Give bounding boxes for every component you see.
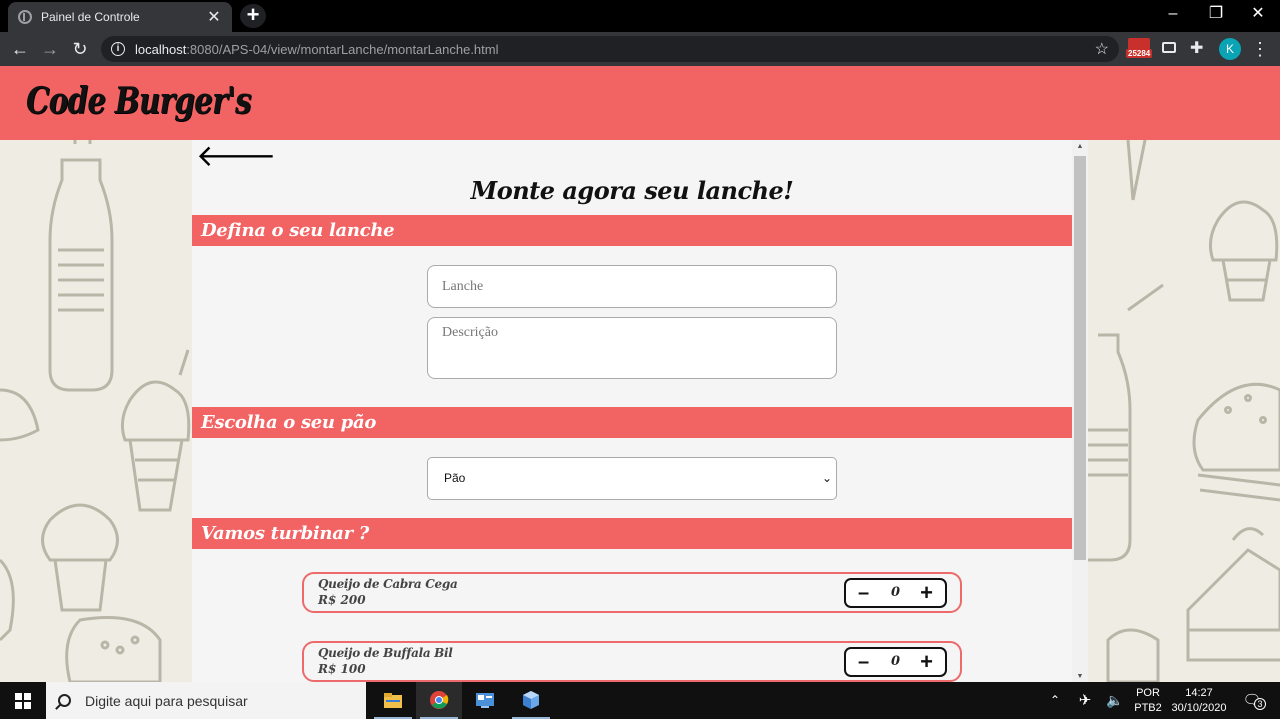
windows-logo-icon <box>15 693 31 709</box>
extra-item-name: Queijo de Cabra Cega <box>318 577 458 591</box>
print-extension-icon[interactable] <box>1162 38 1176 60</box>
notifications-icon[interactable]: 🗨 3 <box>1238 682 1266 719</box>
language-indicator[interactable]: POR PTB2 <box>1132 682 1164 719</box>
lanche-name-input[interactable]: Lanche <box>427 265 837 308</box>
file-explorer-taskbar-icon[interactable] <box>370 682 416 719</box>
extra-item: Queijo de Buffala Bil R$ 100 0 – + <box>302 641 962 682</box>
food-illustration-left <box>0 140 192 682</box>
browser-tab[interactable]: Painel de Controle ✕ <box>8 2 232 32</box>
reload-icon[interactable]: ↻ <box>68 37 92 61</box>
forward-icon[interactable]: → <box>38 37 62 61</box>
web-page: Code Burger's 🡐 Monte agora seu lanche! … <box>0 66 1280 682</box>
show-hidden-icons-chevron-icon[interactable]: ⌃ <box>1046 682 1064 719</box>
search-icon <box>58 694 71 707</box>
taskbar-search-placeholder: Digite aqui para pesquisar <box>85 692 248 709</box>
extra-item-price: R$ 200 <box>318 593 366 607</box>
lanche-description-textarea[interactable]: Descrição <box>427 317 837 379</box>
scrollbar-thumb[interactable] <box>1074 156 1086 560</box>
browser-toolbar: ← → ↻ i localhost:8080/APS-04/view/monta… <box>0 32 1280 66</box>
section-define-header: Defina o seu lanche <box>192 215 1072 246</box>
minus-icon[interactable]: – <box>858 649 869 675</box>
page-title: Monte agora seu lanche! <box>470 176 794 205</box>
section-bread-header: Escolha o seu pão <box>192 407 1072 438</box>
minimize-window-icon[interactable]: – <box>1152 0 1194 30</box>
browser-menu-icon[interactable]: ⋮ <box>1250 37 1270 61</box>
mail-count-badge: 25284 <box>1126 49 1153 58</box>
scroll-down-icon[interactable]: ▼ <box>1072 673 1088 680</box>
tab-close-icon[interactable]: ✕ <box>206 7 222 27</box>
plus-icon[interactable]: + <box>920 649 933 675</box>
back-icon[interactable]: ← <box>8 37 32 61</box>
quantity-stepper: 0 – + <box>844 578 947 608</box>
url-host: localhost <box>135 41 187 57</box>
bread-select-value: Pão <box>444 471 466 485</box>
volume-icon[interactable]: 🔈 <box>1104 682 1126 719</box>
keyboard-layout: PTB2 <box>1134 702 1162 714</box>
restore-window-icon[interactable]: ❐ <box>1195 0 1237 30</box>
section-extras-header: Vamos turbinar ? <box>192 518 1072 549</box>
close-window-icon[interactable]: ✕ <box>1237 0 1279 30</box>
extra-item-name: Queijo de Buffala Bil <box>318 646 453 660</box>
montar-lanche-panel: 🡐 Monte agora seu lanche! Defina o seu l… <box>192 140 1072 682</box>
site-info-icon[interactable]: i <box>111 42 125 56</box>
taskbar-search[interactable]: Digite aqui para pesquisar <box>46 682 366 719</box>
page-scrollbar[interactable]: ▲ ▼ <box>1072 140 1088 682</box>
quantity-stepper: 0 – + <box>844 647 947 677</box>
chrome-taskbar-icon[interactable] <box>416 682 462 719</box>
extra-item-price: R$ 100 <box>318 662 366 676</box>
address-bar[interactable]: i localhost:8080/APS-04/view/montarLanch… <box>101 36 1119 62</box>
plus-icon[interactable]: + <box>920 580 933 606</box>
extensions-puzzle-icon[interactable]: ✚ <box>1190 38 1208 60</box>
food-illustration-right <box>1088 140 1280 682</box>
bookmark-star-icon[interactable]: ☆ <box>1095 39 1109 59</box>
notifications-count: 3 <box>1254 698 1266 710</box>
chevron-down-icon: ⌄ <box>821 471 832 485</box>
browser-tab-strip: Painel de Controle ✕ + – ❐ ✕ <box>0 0 1280 32</box>
back-arrow-icon[interactable]: 🡐 <box>196 142 276 172</box>
scroll-up-icon[interactable]: ▲ <box>1072 143 1088 150</box>
mail-extension-icon[interactable]: 25284 <box>1126 38 1154 60</box>
bread-select[interactable]: Pão ⌄ <box>427 457 837 500</box>
language-code: POR <box>1136 687 1160 699</box>
url-path: :8080/APS-04/view/montarLanche/montarLan… <box>186 41 499 57</box>
globe-icon <box>18 10 32 24</box>
extra-item: Queijo de Cabra Cega R$ 200 0 – + <box>302 572 962 613</box>
windows-taskbar: Digite aqui para pesquisar ⌃ ✈ 🔈 POR PTB… <box>0 682 1280 719</box>
profile-avatar[interactable]: K <box>1219 38 1241 60</box>
site-header: Code Burger's <box>0 66 1280 140</box>
site-logo[interactable]: Code Burger's <box>26 80 252 122</box>
clock[interactable]: 14:27 30/10/2020 <box>1168 682 1230 719</box>
new-tab-button[interactable]: + <box>240 4 266 28</box>
system-app-taskbar-icon[interactable] <box>462 682 508 719</box>
clock-date: 30/10/2020 <box>1171 702 1227 714</box>
3d-cube-taskbar-icon[interactable] <box>508 682 554 719</box>
clock-time: 14:27 <box>1185 687 1213 699</box>
start-button[interactable] <box>0 682 46 719</box>
minus-icon[interactable]: – <box>858 580 869 606</box>
tab-title: Painel de Controle <box>41 10 140 24</box>
airplane-mode-icon[interactable]: ✈ <box>1074 682 1096 719</box>
